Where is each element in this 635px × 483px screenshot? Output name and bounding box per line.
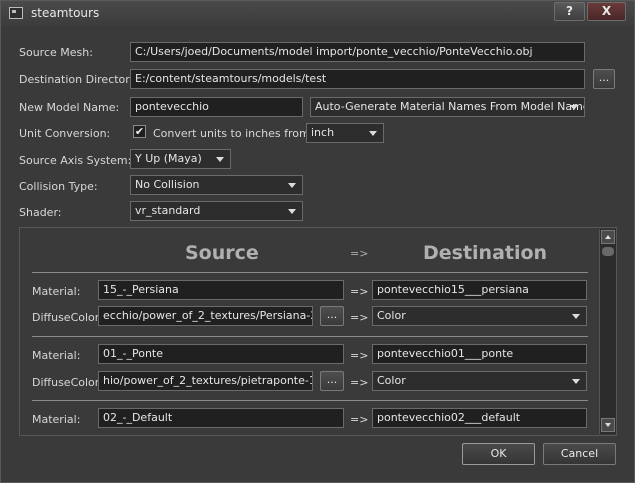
source-axis-select[interactable]: Y Up (Maya) (130, 149, 231, 169)
help-button[interactable]: ? (554, 2, 585, 21)
material-mapping-content: Source => Destination Material: 15_-_Per… (20, 228, 596, 435)
unit-value: inch (311, 126, 335, 139)
source-axis-value: Y Up (Maya) (135, 152, 202, 165)
diffusecolor-source-field[interactable]: hio/power_of_2_textures/pietraponte-1.jp… (98, 371, 313, 391)
mapping-arrow: => (350, 349, 369, 362)
chevron-down-icon (288, 209, 296, 214)
chevron-down-icon (572, 314, 580, 319)
scroll-thumb[interactable] (602, 247, 614, 256)
divider (32, 336, 588, 337)
chevron-down-icon (570, 105, 578, 110)
diffusecolor-destination-select[interactable]: Color (372, 306, 587, 326)
material-label: Material: (32, 413, 81, 426)
collision-type-value: No Collision (135, 178, 200, 191)
material-destination-field[interactable]: pontevecchio01___ponte (372, 344, 587, 364)
diffusecolor-destination-value: Color (377, 374, 406, 387)
material-source-field[interactable]: 01_-_Ponte (98, 344, 344, 364)
header-arrow: => (350, 247, 369, 260)
convert-units-checkbox[interactable]: ✔ (133, 125, 146, 138)
destination-directory-field[interactable]: E:/content/steamtours/models/test (130, 69, 585, 89)
unit-conversion-label: Unit Conversion: (19, 127, 111, 140)
divider (32, 400, 588, 401)
chevron-down-icon (216, 157, 224, 162)
new-model-name-label: New Model Name: (19, 101, 120, 114)
chevron-down-icon (288, 183, 296, 188)
diffusecolor-browse-button[interactable]: ... (320, 306, 344, 326)
checkmark-icon: ✔ (134, 125, 145, 138)
diffusecolor-label: DiffuseColor (32, 311, 100, 324)
collision-type-label: Collision Type: (19, 180, 98, 193)
cancel-button[interactable]: Cancel (543, 443, 616, 465)
material-naming-select[interactable]: Auto-Generate Material Names From Model … (310, 97, 585, 117)
material-label: Material: (32, 285, 81, 298)
material-destination-field[interactable]: pontevecchio15___persiana (372, 280, 587, 300)
convert-units-label: Convert units to inches from: (153, 127, 314, 140)
material-mapping-panel: Source => Destination Material: 15_-_Per… (19, 227, 617, 436)
chevron-down-icon (369, 131, 377, 136)
mapping-arrow: => (350, 311, 369, 324)
mapping-arrow: => (350, 376, 369, 389)
window-title: steamtours (31, 6, 100, 20)
material-source-field[interactable]: 15_-_Persiana (98, 280, 344, 300)
destination-header: Destination (423, 242, 548, 264)
collision-type-select[interactable]: No Collision (130, 175, 303, 195)
shader-label: Shader: (19, 206, 62, 219)
source-mesh-field[interactable]: C:/Users/joed/Documents/model import/pon… (130, 42, 585, 62)
destination-browse-button[interactable]: ... (593, 69, 615, 89)
diffusecolor-destination-value: Color (377, 309, 406, 322)
diffusecolor-label: DiffuseColor (32, 376, 100, 389)
material-label: Material: (32, 349, 81, 362)
dialog-window: steamtours ? X Source Mesh: C:/Users/joe… (0, 0, 635, 483)
shader-value: vr_standard (135, 204, 201, 217)
scroll-up-arrow-icon[interactable] (601, 230, 615, 244)
destination-directory-label: Destination Directory: (19, 73, 140, 86)
mapping-scrollbar[interactable] (599, 229, 616, 434)
close-button[interactable]: X (587, 2, 626, 21)
mapping-arrow: => (350, 413, 369, 426)
material-destination-field[interactable]: pontevecchio02___default (372, 408, 587, 428)
source-axis-system-label: Source Axis System: (19, 154, 132, 167)
diffusecolor-browse-button[interactable]: ... (320, 371, 344, 391)
diffusecolor-source-field[interactable]: ecchio/power_of_2_textures/Persiana-2.jp… (98, 306, 313, 326)
divider (32, 272, 588, 273)
shader-select[interactable]: vr_standard (130, 201, 303, 221)
source-mesh-label: Source Mesh: (19, 46, 93, 59)
diffusecolor-destination-select[interactable]: Color (372, 371, 587, 391)
scroll-down-arrow-icon[interactable] (601, 418, 615, 432)
new-model-name-field[interactable]: pontevecchio (130, 97, 303, 117)
unit-select[interactable]: inch (306, 123, 384, 143)
ok-button[interactable]: OK (462, 443, 535, 465)
chevron-down-icon (572, 379, 580, 384)
source-header: Source (185, 242, 259, 264)
mapping-arrow: => (350, 285, 369, 298)
app-window-icon (9, 7, 23, 19)
material-naming-value: Auto-Generate Material Names From Model … (315, 100, 585, 113)
title-bar[interactable]: steamtours ? X (1, 1, 634, 26)
material-source-field[interactable]: 02_-_Default (98, 408, 344, 428)
